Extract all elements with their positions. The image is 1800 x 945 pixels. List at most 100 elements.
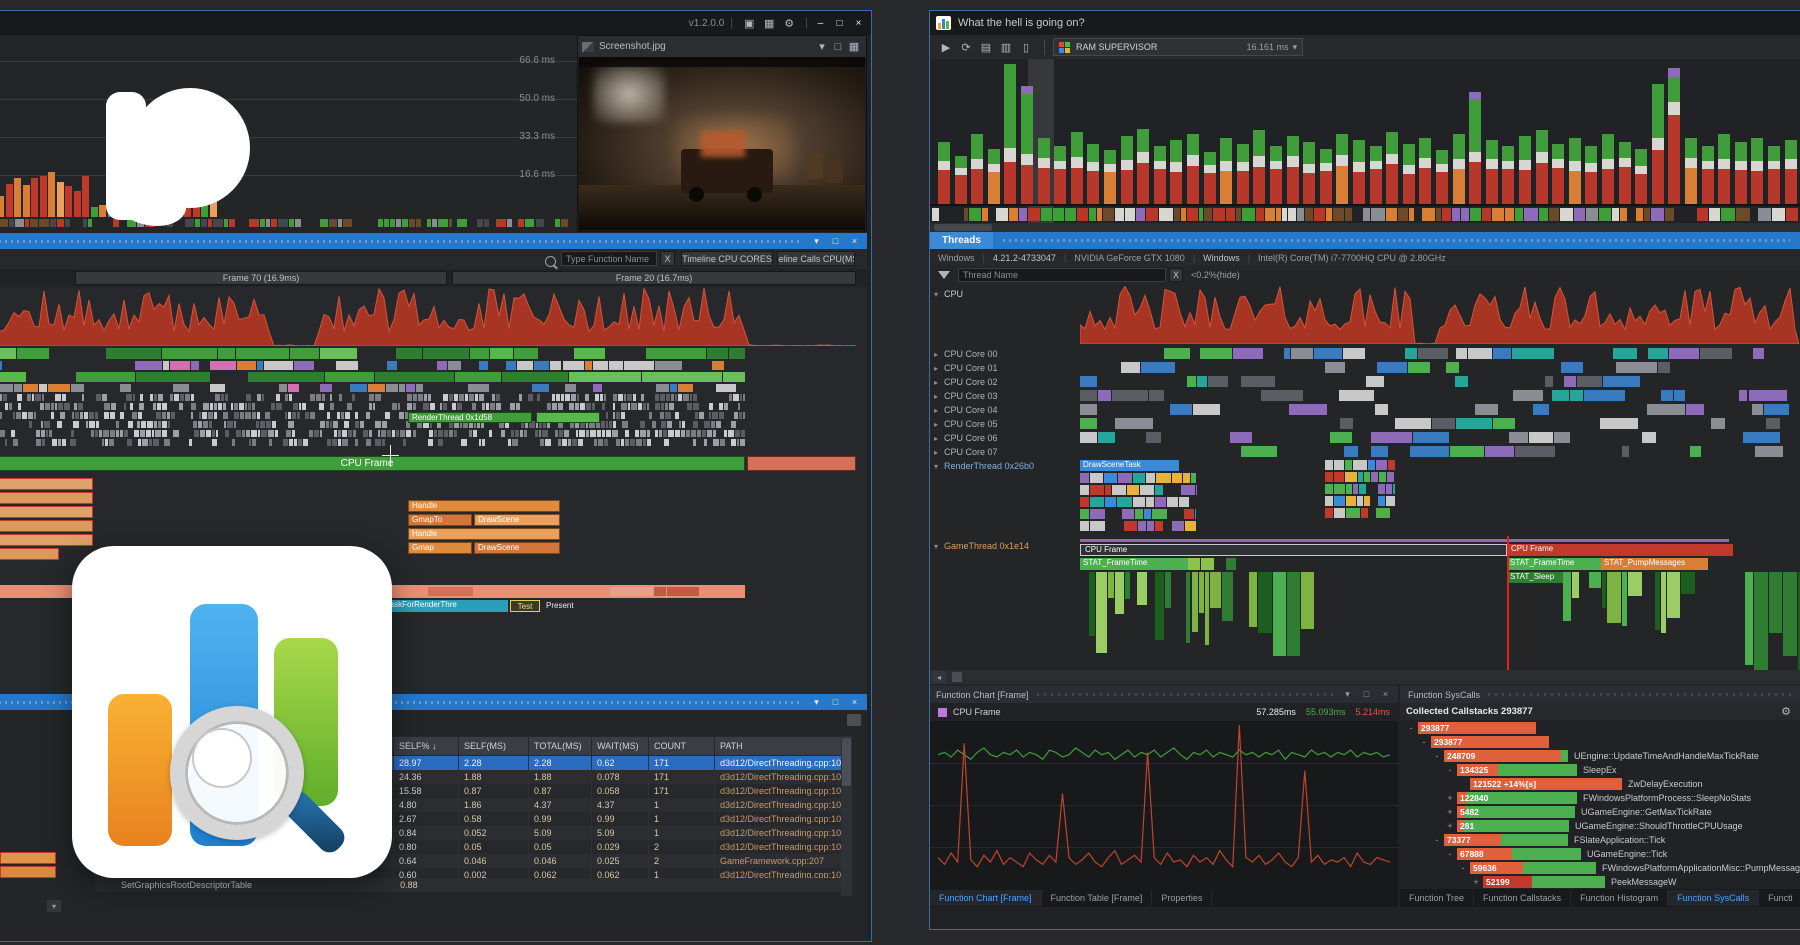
thread-expander-icon[interactable]: ▸ [934, 392, 944, 401]
platform-selector[interactable]: RAM SUPERVISOR 16.161 ms ▾ [1053, 38, 1303, 56]
tab-function-chart-frame-[interactable]: Function Chart [Frame] [930, 890, 1042, 906]
tree-expander-icon[interactable]: + [1445, 820, 1455, 832]
frame-bar[interactable] [1071, 132, 1083, 204]
mini-frame-bar[interactable] [57, 182, 64, 217]
frame-bar[interactable] [1087, 144, 1099, 204]
frame-bar[interactable] [1585, 146, 1597, 204]
render-thread-span[interactable]: DrawSceneTask [1080, 460, 1179, 471]
layout-icon[interactable]: ▦ [759, 13, 779, 33]
thread-expander-icon[interactable]: ▸ [934, 406, 944, 415]
thread-expander-icon[interactable]: ▸ [934, 350, 944, 359]
test-span[interactable]: Test [510, 600, 540, 612]
tab-function-table-frame-[interactable]: Function Table [Frame] [1042, 890, 1153, 906]
tab-function-syscalls[interactable]: Function SysCalls [1668, 890, 1759, 906]
search-clear-button[interactable]: X [660, 251, 675, 266]
handle-span[interactable]: Handle [408, 528, 560, 540]
frame-bar[interactable] [1486, 140, 1498, 204]
frame-bar[interactable] [1619, 142, 1631, 204]
frame-bar[interactable] [1602, 134, 1614, 204]
frame-bar[interactable] [1536, 130, 1548, 204]
frame-bar[interactable] [1170, 140, 1182, 204]
mini-frame-bar[interactable] [14, 178, 21, 217]
frame-bar[interactable] [1253, 130, 1265, 204]
start-profiling-icon[interactable]: ▶ [936, 37, 956, 57]
panel-collapse-icon[interactable]: ▾ [810, 697, 823, 708]
mini-frame-bar[interactable] [40, 176, 47, 217]
tree-expander-icon[interactable]: + [1445, 806, 1455, 818]
timeline-cpu-cores-button[interactable]: Timeline CPU CORES [681, 251, 773, 266]
frame-bar[interactable] [1751, 138, 1763, 204]
frame-bar[interactable] [1552, 144, 1564, 204]
tab-functi[interactable]: Functi [1759, 890, 1800, 906]
table-header-cell[interactable]: TOTAL(MS) [529, 737, 592, 756]
thread-row-label[interactable]: ▸CPU Core 07 [934, 446, 998, 458]
cpu-frame-bar[interactable]: CPU Frame [0, 456, 745, 471]
frame-bar[interactable] [1220, 138, 1232, 204]
frame-bar[interactable] [1386, 132, 1398, 204]
thread-row-label[interactable]: ▸CPU Core 01 [934, 362, 998, 374]
callstack-bar[interactable]: 248709 [1444, 750, 1568, 762]
save-capture-icon[interactable]: ▥ [996, 37, 1016, 57]
tab-threads[interactable]: Threads [930, 232, 993, 249]
thread-row-label[interactable]: ▸CPU Core 00 [934, 348, 998, 360]
table-header-cell[interactable]: COUNT [649, 737, 715, 756]
pause-icon[interactable]: ▯ [1016, 37, 1036, 57]
mini-frame-bar[interactable] [65, 186, 72, 217]
tree-expander-icon[interactable]: + [1471, 876, 1481, 888]
frame-bar[interactable] [1519, 136, 1531, 204]
frame-bar[interactable] [1154, 146, 1166, 204]
threads-timeline[interactable]: ▾CPU▸CPU Core 00▸CPU Core 01▸CPU Core 02… [930, 284, 1800, 686]
callstack-bar[interactable]: 67888 [1457, 848, 1581, 860]
thread-expander-icon[interactable]: ▸ [934, 364, 944, 373]
thread-expander-icon[interactable]: ▸ [934, 420, 944, 429]
frame-bar[interactable] [1718, 134, 1730, 204]
frame-ruler[interactable]: Frame 70 (16.9ms)Frame 20 (16.7ms) [0, 270, 867, 286]
thread-row-label[interactable]: ▸CPU Core 03 [934, 390, 998, 402]
tree-expander-icon[interactable]: - [1432, 834, 1442, 846]
frame-bar[interactable] [1104, 150, 1116, 204]
frame-bar[interactable] [938, 142, 950, 204]
tab-function-callstacks[interactable]: Function Callstacks [1474, 890, 1571, 906]
flame-span[interactable] [0, 492, 93, 504]
thread-expander-icon[interactable]: ▾ [934, 462, 944, 471]
frame-bar[interactable] [1237, 144, 1249, 204]
frame-histogram[interactable] [930, 59, 1800, 232]
mini-frame-bar[interactable] [6, 184, 13, 217]
frame-bar[interactable] [1652, 84, 1664, 204]
function-chart-plot[interactable] [930, 721, 1398, 889]
panel-maximize-icon[interactable]: □ [1360, 689, 1373, 700]
frame-bar[interactable] [1735, 142, 1747, 204]
minimize-button[interactable]: – [814, 18, 827, 29]
callstack-tree[interactable]: -293877-293877-248709UEngine::UpdateTime… [1400, 720, 1800, 889]
tree-expander-icon[interactable]: - [1445, 764, 1455, 776]
flame-span[interactable] [0, 506, 93, 518]
render-thread-span[interactable]: RenderThread 0x1d58 [408, 412, 532, 423]
scroll-left-arrow[interactable]: ◂ [932, 671, 946, 683]
mini-frame-bar[interactable] [0, 196, 4, 217]
callstack-bar[interactable]: 121522 +14%[s] [1470, 778, 1622, 790]
close-button[interactable]: × [852, 18, 865, 29]
thread-row-label[interactable]: ▸CPU Core 02 [934, 376, 998, 388]
frame-bar[interactable] [1287, 136, 1299, 204]
tree-expander-icon[interactable]: - [1445, 848, 1455, 860]
frame-bar[interactable] [1668, 68, 1680, 204]
stat-span[interactable]: STAT_PumpMessages [1601, 558, 1708, 570]
callstack-bar[interactable]: 59636 [1470, 862, 1596, 874]
timeline-scroll-thumb[interactable] [952, 672, 962, 682]
popout-icon[interactable]: ▦ [846, 39, 862, 55]
frame-bar[interactable] [1419, 138, 1431, 204]
dock-icon[interactable]: □ [830, 39, 846, 55]
syscalls-settings-gear-icon[interactable]: ⚙ [1778, 704, 1794, 720]
mini-frame-bar[interactable] [23, 185, 30, 217]
handle-span[interactable]: GmapTo [408, 514, 472, 526]
tree-expander-icon[interactable]: - [1458, 862, 1468, 874]
frame-bar[interactable] [1768, 146, 1780, 204]
filter-clear-button[interactable]: X [1169, 268, 1183, 282]
frame-bar[interactable] [1336, 134, 1348, 204]
handle-span[interactable]: Handle [408, 500, 560, 512]
frame-bar[interactable] [1303, 142, 1315, 204]
tree-expander-icon[interactable]: + [1445, 792, 1455, 804]
frame-span[interactable]: Frame 20 (16.7ms) [452, 271, 856, 285]
frame-bar[interactable] [1320, 149, 1332, 204]
frame-bar[interactable] [1370, 146, 1382, 204]
